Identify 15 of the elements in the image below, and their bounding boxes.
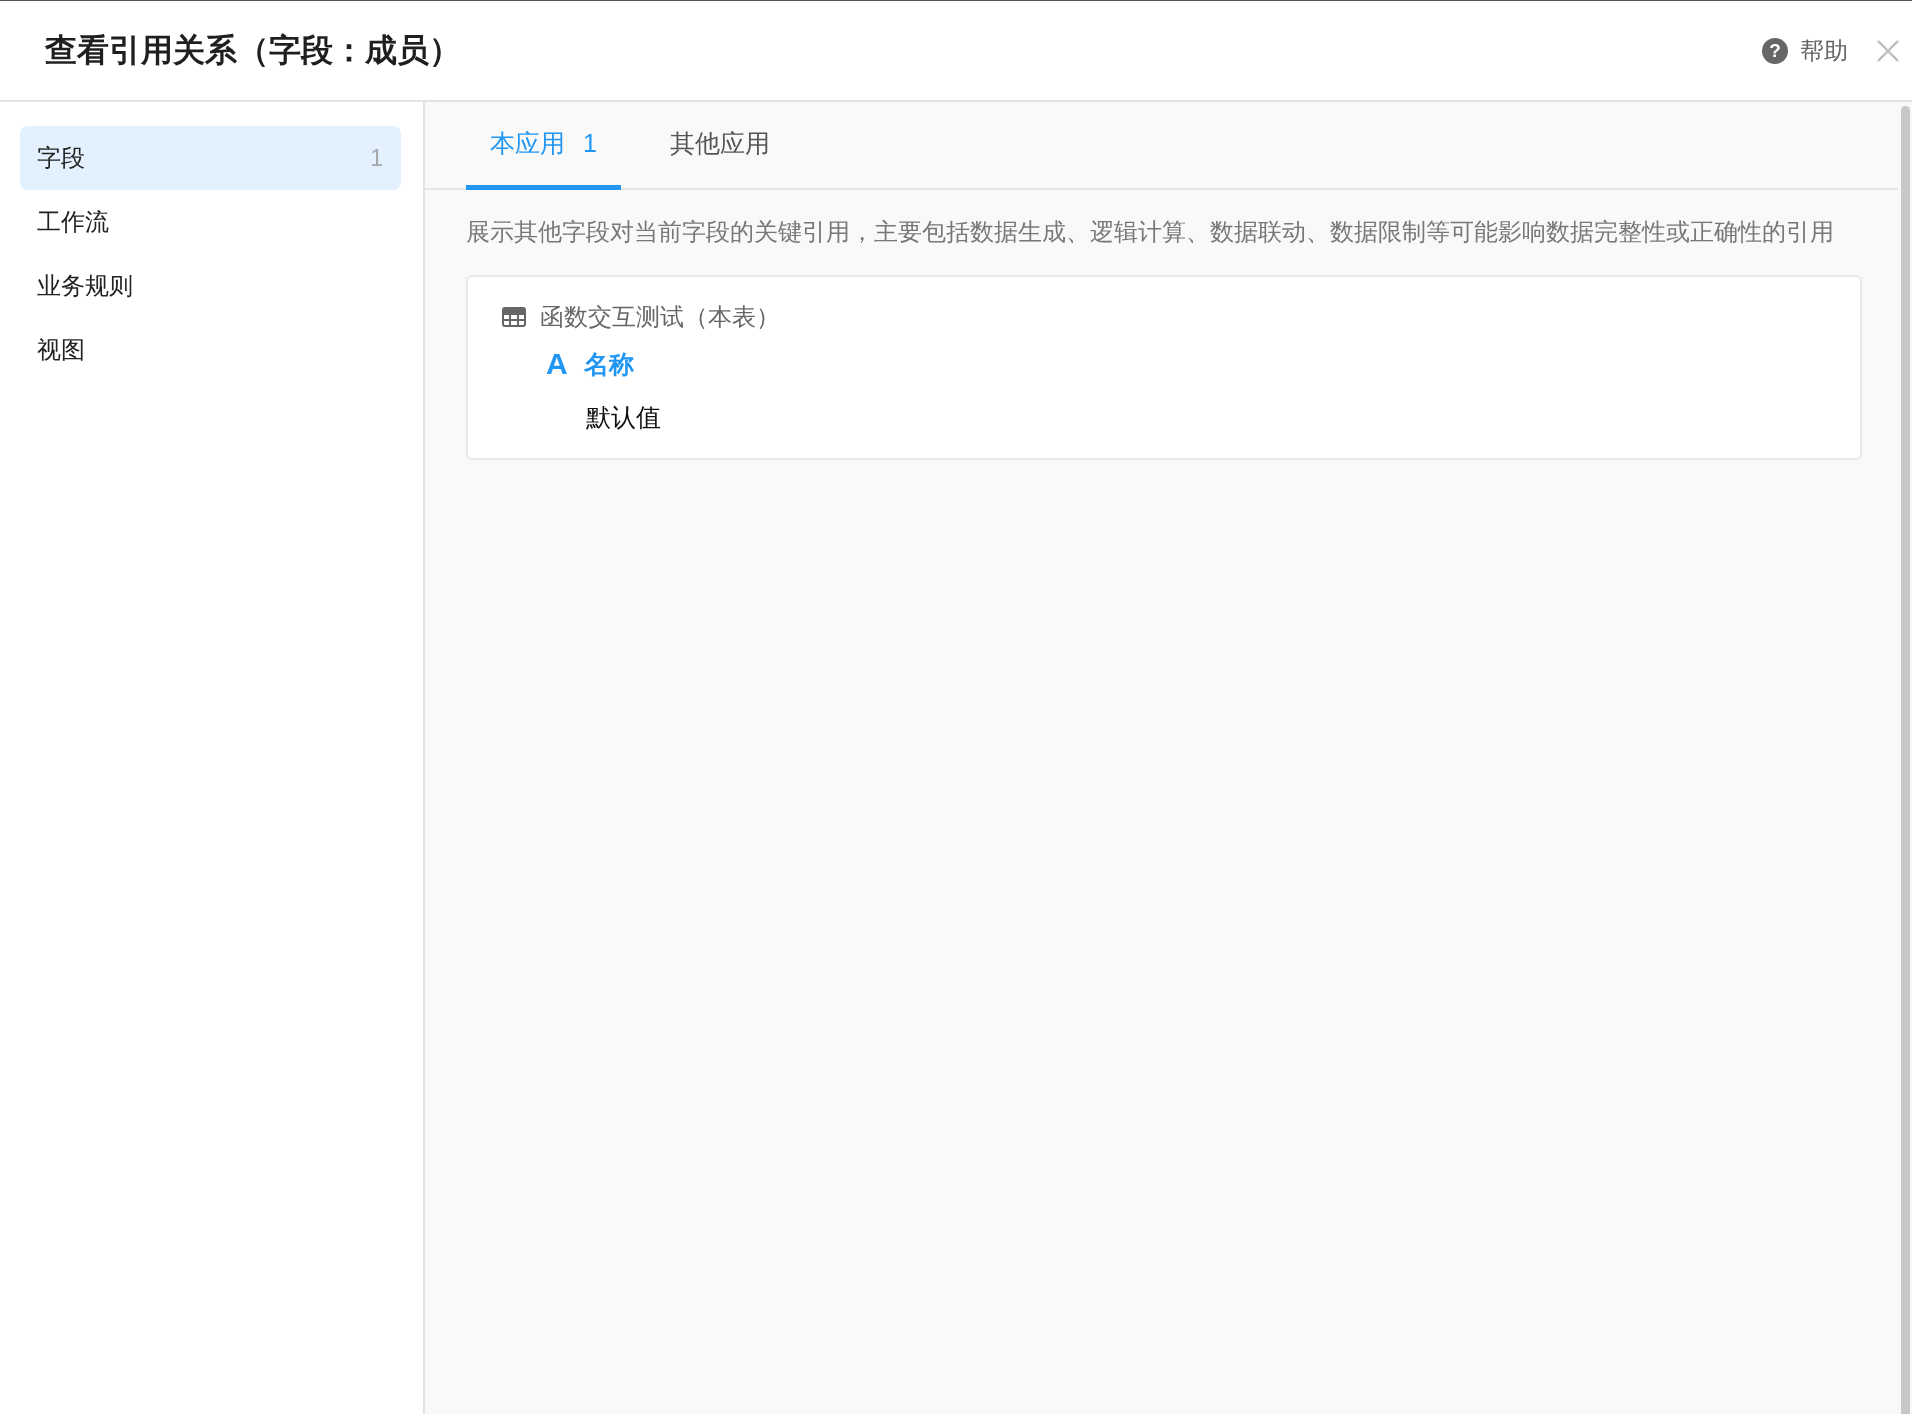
close-icon[interactable]	[1876, 38, 1900, 63]
tab[interactable]: 其他应用	[645, 102, 794, 190]
help-icon: ?	[1762, 37, 1788, 64]
sidebar-item[interactable]: 工作流	[20, 190, 401, 254]
scrollbar[interactable]	[1901, 106, 1910, 1414]
table-name: 函数交互测试（本表）	[540, 302, 780, 332]
help-link[interactable]: ? 帮助	[1762, 34, 1848, 67]
table-icon	[502, 307, 526, 327]
sidebar-item[interactable]: 字段 1	[20, 126, 401, 190]
window-title: 查看引用关系（字段：成员）	[45, 30, 461, 70]
sidebar-item[interactable]: 视图	[20, 318, 401, 382]
text-field-icon: A	[546, 347, 568, 381]
usage-label: 默认值	[585, 402, 662, 433]
sidebar-item[interactable]: 业务规则	[20, 254, 401, 318]
description-text: 展示其他字段对当前字段的关键引用，主要包括数据生成、逻辑计算、数据联动、数据限制等可能影响数据完整性或正确性的引用	[466, 217, 1835, 247]
